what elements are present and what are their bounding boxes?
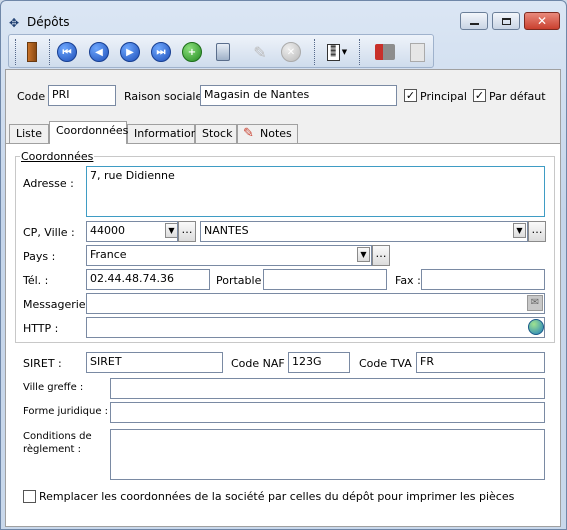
edit-button[interactable]: ✎ <box>249 41 271 63</box>
delete-button[interactable] <box>212 41 234 63</box>
close-icon: ✕ <box>536 14 548 28</box>
add-button[interactable]: + <box>181 41 203 63</box>
exit-icon <box>27 42 37 62</box>
naf-input[interactable]: 123G <box>288 352 350 373</box>
siret-label: SIRET : <box>23 357 62 370</box>
pays-label: Pays : <box>23 250 56 263</box>
raison-sociale-input[interactable]: Magasin de Nantes <box>200 85 397 106</box>
code-input[interactable]: PRI <box>48 85 116 106</box>
cp-input[interactable]: 44000 ▼ <box>86 221 178 242</box>
http-input[interactable] <box>86 317 545 338</box>
last-record-icon: ⏭ <box>151 42 171 62</box>
tel-label: Tél. : <box>23 274 49 287</box>
cancel-button[interactable]: ✕ <box>280 41 302 63</box>
add-icon: + <box>182 42 202 62</box>
http-label: HTTP : <box>23 322 59 335</box>
group-title: Coordonnées <box>20 150 95 163</box>
pays-value: France <box>90 248 127 261</box>
tab-informations[interactable]: Informations <box>127 124 203 143</box>
par-defaut-checkbox[interactable]: ✓ <box>473 89 486 102</box>
fax-label: Fax : <box>395 274 421 287</box>
first-record-button[interactable]: ⏮ <box>56 41 78 63</box>
delete-icon <box>216 43 230 61</box>
tab-label: Liste <box>16 127 42 140</box>
raison-sociale-label: Raison sociale : <box>124 90 210 103</box>
tva-label: Code TVA : <box>359 357 419 370</box>
cancel-icon: ✕ <box>281 42 301 62</box>
tab-label: Coordonnées <box>56 124 129 137</box>
ville-more-button[interactable]: … <box>528 221 546 242</box>
naf-label: Code NAF : <box>231 357 292 370</box>
adresse-input[interactable]: 7, rue Didienne <box>86 166 545 217</box>
conditions-label: Conditions de règlement : <box>23 431 92 455</box>
principal-checkbox[interactable]: ✓ <box>404 89 417 102</box>
stock-button[interactable] <box>374 41 396 63</box>
pays-more-button[interactable]: … <box>372 245 390 266</box>
forme-juridique-input[interactable] <box>110 402 545 423</box>
cp-more-button[interactable]: … <box>178 221 196 242</box>
tab-label: Notes <box>260 127 292 140</box>
tab-label: Informations <box>134 127 204 140</box>
email-icon[interactable]: ✉ <box>527 295 543 311</box>
minimize-icon <box>469 23 479 25</box>
ville-greffe-label: Ville greffe : <box>23 382 84 393</box>
pays-dropdown-button[interactable]: ▼ <box>357 247 370 262</box>
cp-value: 44000 <box>90 224 125 237</box>
cp-ville-label: CP, Ville : <box>23 226 75 239</box>
replace-checkbox[interactable] <box>23 490 36 503</box>
report-icon: ≡ ≡ ≡ <box>326 42 340 61</box>
first-record-icon: ⏮ <box>57 42 77 62</box>
conditions-input[interactable] <box>110 429 545 480</box>
document-icon <box>409 42 425 62</box>
forme-juridique-label: Forme juridique : <box>23 406 109 417</box>
last-record-button[interactable]: ⏭ <box>150 41 172 63</box>
stock-icon <box>375 44 395 60</box>
ville-dropdown-button[interactable]: ▼ <box>513 223 526 238</box>
tab-label: Stock <box>202 127 233 140</box>
siret-input[interactable]: SIRET <box>86 352 223 373</box>
tab-liste[interactable]: Liste <box>9 124 49 143</box>
ville-greffe-input[interactable] <box>110 378 545 399</box>
edit-icon: ✎ <box>253 42 267 62</box>
chevron-down-icon: ▼ <box>341 48 348 56</box>
document-button[interactable] <box>406 41 428 63</box>
tel-input[interactable]: 02.44.48.74.36 <box>86 269 210 290</box>
previous-record-button[interactable]: ◀ <box>88 41 110 63</box>
replace-label: Remplacer les coordonnées de la société … <box>39 490 515 503</box>
messagerie-label: Messagerie : <box>23 298 93 311</box>
portable-label: Portable : <box>216 274 269 287</box>
app-icon: ✥ <box>9 16 20 30</box>
globe-icon[interactable] <box>528 319 544 335</box>
ville-input[interactable]: NANTES ▼ <box>200 221 528 242</box>
tab-coordonnees[interactable]: Coordonnées <box>49 121 129 144</box>
portable-input[interactable] <box>263 269 387 290</box>
previous-record-icon: ◀ <box>89 42 109 62</box>
exit-button[interactable] <box>21 41 43 63</box>
next-record-icon: ▶ <box>120 42 140 62</box>
messagerie-input[interactable] <box>86 293 545 314</box>
pays-select[interactable]: France ▼ <box>86 245 372 266</box>
chevron-down-icon: ▼ <box>360 250 367 259</box>
fax-input[interactable] <box>421 269 545 290</box>
minimize-button[interactable] <box>460 12 488 30</box>
report-button[interactable]: ≡ ≡ ≡ ▼ <box>322 41 352 63</box>
close-button[interactable]: ✕ <box>524 12 560 30</box>
maximize-icon <box>501 17 511 25</box>
par-defaut-label: Par défaut <box>489 90 546 103</box>
cp-dropdown-button[interactable]: ▼ <box>165 223 177 238</box>
chevron-down-icon: ▼ <box>168 226 175 235</box>
adresse-label: Adresse : <box>23 177 74 190</box>
notes-icon: ✎ <box>243 126 254 141</box>
tva-input[interactable]: FR <box>416 352 545 373</box>
next-record-button[interactable]: ▶ <box>119 41 141 63</box>
maximize-button[interactable] <box>492 12 520 30</box>
tab-notes[interactable]: ✎ Notes <box>237 124 298 143</box>
window-title: Dépôts <box>27 15 70 29</box>
toolbar: ⏮ ◀ ▶ ⏭ + ✎ ✕ ≡ ≡ ≡ ▼ <box>8 34 434 68</box>
ville-value: NANTES <box>204 224 249 237</box>
tab-stock[interactable]: Stock <box>195 124 237 143</box>
chevron-down-icon: ▼ <box>516 226 523 235</box>
principal-label: Principal <box>420 90 467 103</box>
